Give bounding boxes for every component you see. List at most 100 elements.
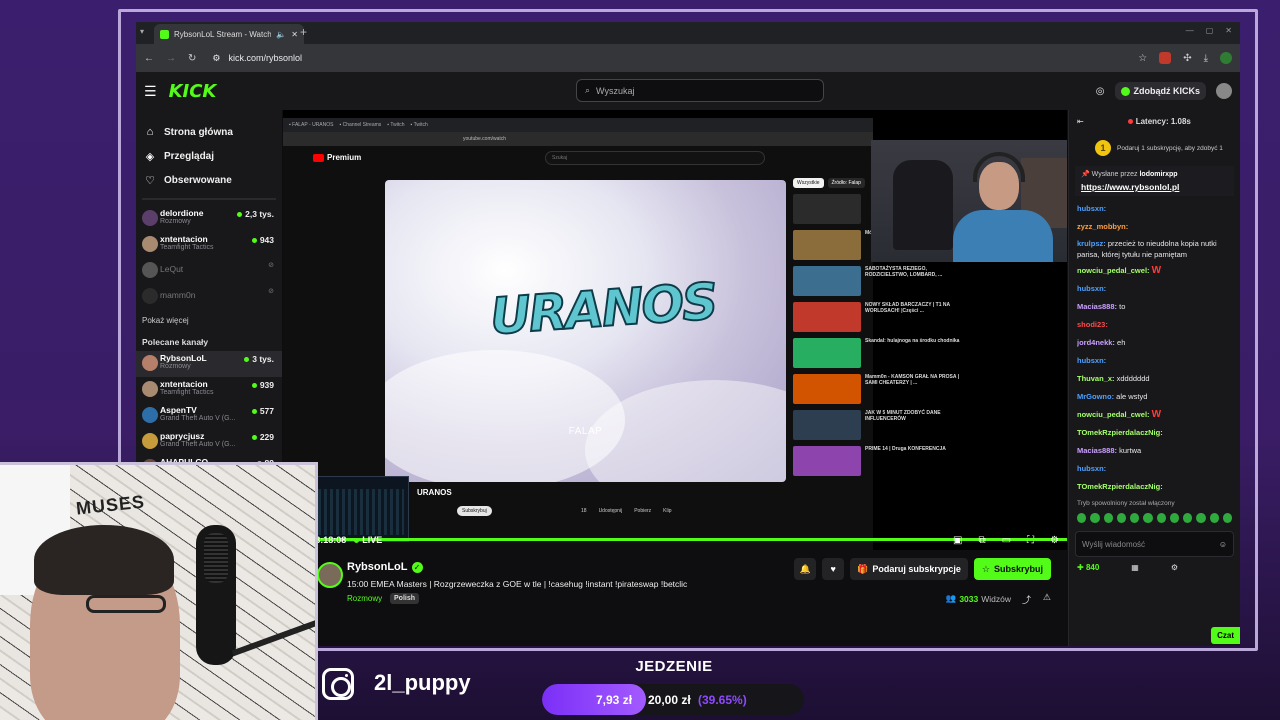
chat-username[interactable]: TOmekRzpierdalaczNig: [1077,482,1163,491]
emote-icon[interactable] [1169,513,1179,523]
theater-mode-icon[interactable]: ▣ [953,535,962,546]
kick-logo[interactable]: KICK [169,81,217,102]
nav-home[interactable]: ⌂ Strona główna [136,120,282,144]
chat-username[interactable]: Macias888: [1077,302,1117,311]
gift-sub-button[interactable]: 🎁 Podaruj subskrypcje [850,558,968,580]
share-icon[interactable]: ⤴ [1022,593,1031,606]
chat-username[interactable]: hubsxn: [1077,464,1106,473]
fullscreen-icon[interactable]: ⛶ [1027,535,1034,546]
sidebar-channel-mamm0n[interactable]: mamm0n ⊘ [136,284,282,310]
chat-username[interactable]: Thuvan_x: [1077,374,1115,383]
emote-icon[interactable] [1196,513,1206,523]
chat-username[interactable]: hubsxn: [1077,356,1106,365]
nav-following[interactable]: ♡ Obserwowane [136,168,282,192]
calendar-icon[interactable]: ▦ [1131,563,1139,572]
verified-badge-icon: ✓ [411,561,423,573]
youtube-header: Premium Szukaj [283,146,873,170]
report-icon[interactable]: ⚠ [1043,592,1051,603]
chat-username[interactable]: Macias888: [1077,446,1117,455]
extension-icon[interactable] [1159,52,1172,64]
chat-input[interactable]: Wyślij wiadomość ☺ [1075,531,1234,557]
get-kicks-button[interactable]: Zdobądź KICKs [1114,82,1206,100]
bookmark-star-icon[interactable]: ☆ [1138,53,1147,64]
channel-points[interactable]: ✚ 840 [1077,563,1099,572]
follow-heart-button[interactable]: ♥ [822,558,845,580]
minimize-icon[interactable]: — [1186,26,1194,35]
tab-audio-icon[interactable]: 🔈 [276,30,286,39]
search-input[interactable]: ⌕ Wyszukaj [576,79,824,102]
nav-browse[interactable]: ◈ Przeglądaj [136,144,282,168]
emote-icon[interactable] [1116,513,1126,523]
subscribe-button[interactable]: ☆ Subskrybuj [973,558,1051,580]
emote-icon[interactable] [1143,513,1153,523]
bet-icon[interactable]: ◎ [1096,86,1105,97]
url-text: kick.com/rybsonlol [228,53,302,63]
emote-picker-icon[interactable]: ☺ [1219,540,1227,549]
chat-username[interactable]: hubsxn: [1077,284,1106,293]
chat-username[interactable]: nowciu_pedal_cwel: [1077,410,1150,419]
emote-icon[interactable] [1222,513,1232,523]
site-info-icon[interactable]: ⚙ [212,53,220,64]
sub-goal-banner[interactable]: 1 Podaruj 1 subskrypcję, aby zdobyć 1 [1069,132,1240,164]
video-player[interactable]: ▪ FALAP - URANOS ▪ Channel Streams ▪ Twi… [283,110,1067,550]
browser-tab-active[interactable]: RybsonLoL Stream - Watch 🔈 ✕ [154,24,304,44]
chat-text: W [1151,265,1162,276]
sidebar-channel-xntentacion[interactable]: xntentacion Teamfight Tactics 943 [136,232,282,258]
tab-close-icon[interactable]: ✕ [291,30,298,39]
pip-icon[interactable]: ⧉ [978,535,985,546]
microphone [196,525,236,665]
profile-icon[interactable] [1220,52,1232,64]
reload-icon[interactable]: ↻ [188,53,196,64]
avatar [142,236,158,252]
pinned-by-user[interactable]: lodomirxpp [1139,171,1177,178]
chat-settings-icon[interactable]: ⚙ [1171,563,1178,572]
chat-username[interactable]: zyzz_mobbyn: [1077,222,1128,231]
close-window-icon[interactable]: ✕ [1225,26,1232,35]
search-icon: ⌕ [585,85,591,95]
chat-username[interactable]: hubsxn: [1077,204,1106,213]
sidebar-channel-xntentacion-rec[interactable]: xntentacion Teamfight Tactics 939 [136,377,282,403]
emote-icon[interactable] [1209,513,1219,523]
sidebar-channel-lequt[interactable]: LeQut ⊘ [136,258,282,284]
nav-label: Przeglądaj [164,150,215,162]
back-icon[interactable]: ← [144,53,154,64]
collapse-chat-icon[interactable]: ⇤ [1077,117,1084,126]
sidebar-channel-delordione[interactable]: delordione Rozmowy 2,3 tys. [136,206,282,232]
extensions-puzzle-icon[interactable]: ✣ [1183,53,1191,64]
forward-icon[interactable]: → [166,53,176,64]
pinned-link[interactable]: https://www.rybsonlol.pl [1081,182,1228,192]
tab-search-icon[interactable]: ▾ [140,27,144,36]
chat-send-button[interactable]: Czat [1211,627,1240,644]
channel-avatar[interactable] [317,562,343,588]
sidebar-channel-rybsonlol[interactable]: RybsonLoL Rozmowy 3 tys. [136,351,282,377]
url-field[interactable]: ⚙ kick.com/rybsonlol [212,53,302,64]
settings-gear-icon[interactable]: ⚙ [1050,535,1059,546]
clip-icon[interactable]: ▭ [1002,535,1011,546]
emote-icon[interactable] [1130,513,1140,523]
downloads-icon[interactable]: ⤓ [1204,53,1208,64]
new-tab-icon[interactable]: + [300,25,307,39]
avatar [142,407,158,423]
emote-icon[interactable] [1090,513,1100,523]
emote-icon[interactable] [1156,513,1166,523]
chat-username[interactable]: MrGowno: [1077,392,1114,401]
emote-icon[interactable] [1077,513,1087,523]
maximize-icon[interactable]: ▢ [1206,26,1214,35]
menu-hamburger-icon[interactable]: ☰ [144,83,157,100]
channel-name[interactable]: RybsonLoL [347,561,408,573]
chat-username[interactable]: krulpsz: [1077,239,1106,248]
chat-username[interactable]: jord4nekk: [1077,338,1115,347]
chat-text: ale wstyd [1116,392,1148,401]
show-more-link[interactable]: Pokaż więcej [136,310,282,331]
chat-username[interactable]: shodi23: [1077,320,1108,329]
sidebar-channel-aspentv[interactable]: AspenTV Grand Theft Auto V (G... 577 [136,403,282,429]
chat-username[interactable]: nowciu_pedal_cwel: [1077,266,1150,275]
user-avatar[interactable] [1216,83,1232,99]
stream-category[interactable]: Rozmowy [347,594,382,603]
emote-icon[interactable] [1103,513,1113,523]
emote-icon[interactable] [1183,513,1193,523]
sidebar-channel-paprycjusz[interactable]: paprycjusz Grand Theft Auto V (G... 229 [136,429,282,455]
chat-username[interactable]: TOmekRzpierdalaczNig: [1077,428,1163,437]
language-tag[interactable]: Polish [390,593,420,604]
notification-bell-button[interactable]: 🔔 [794,558,817,580]
